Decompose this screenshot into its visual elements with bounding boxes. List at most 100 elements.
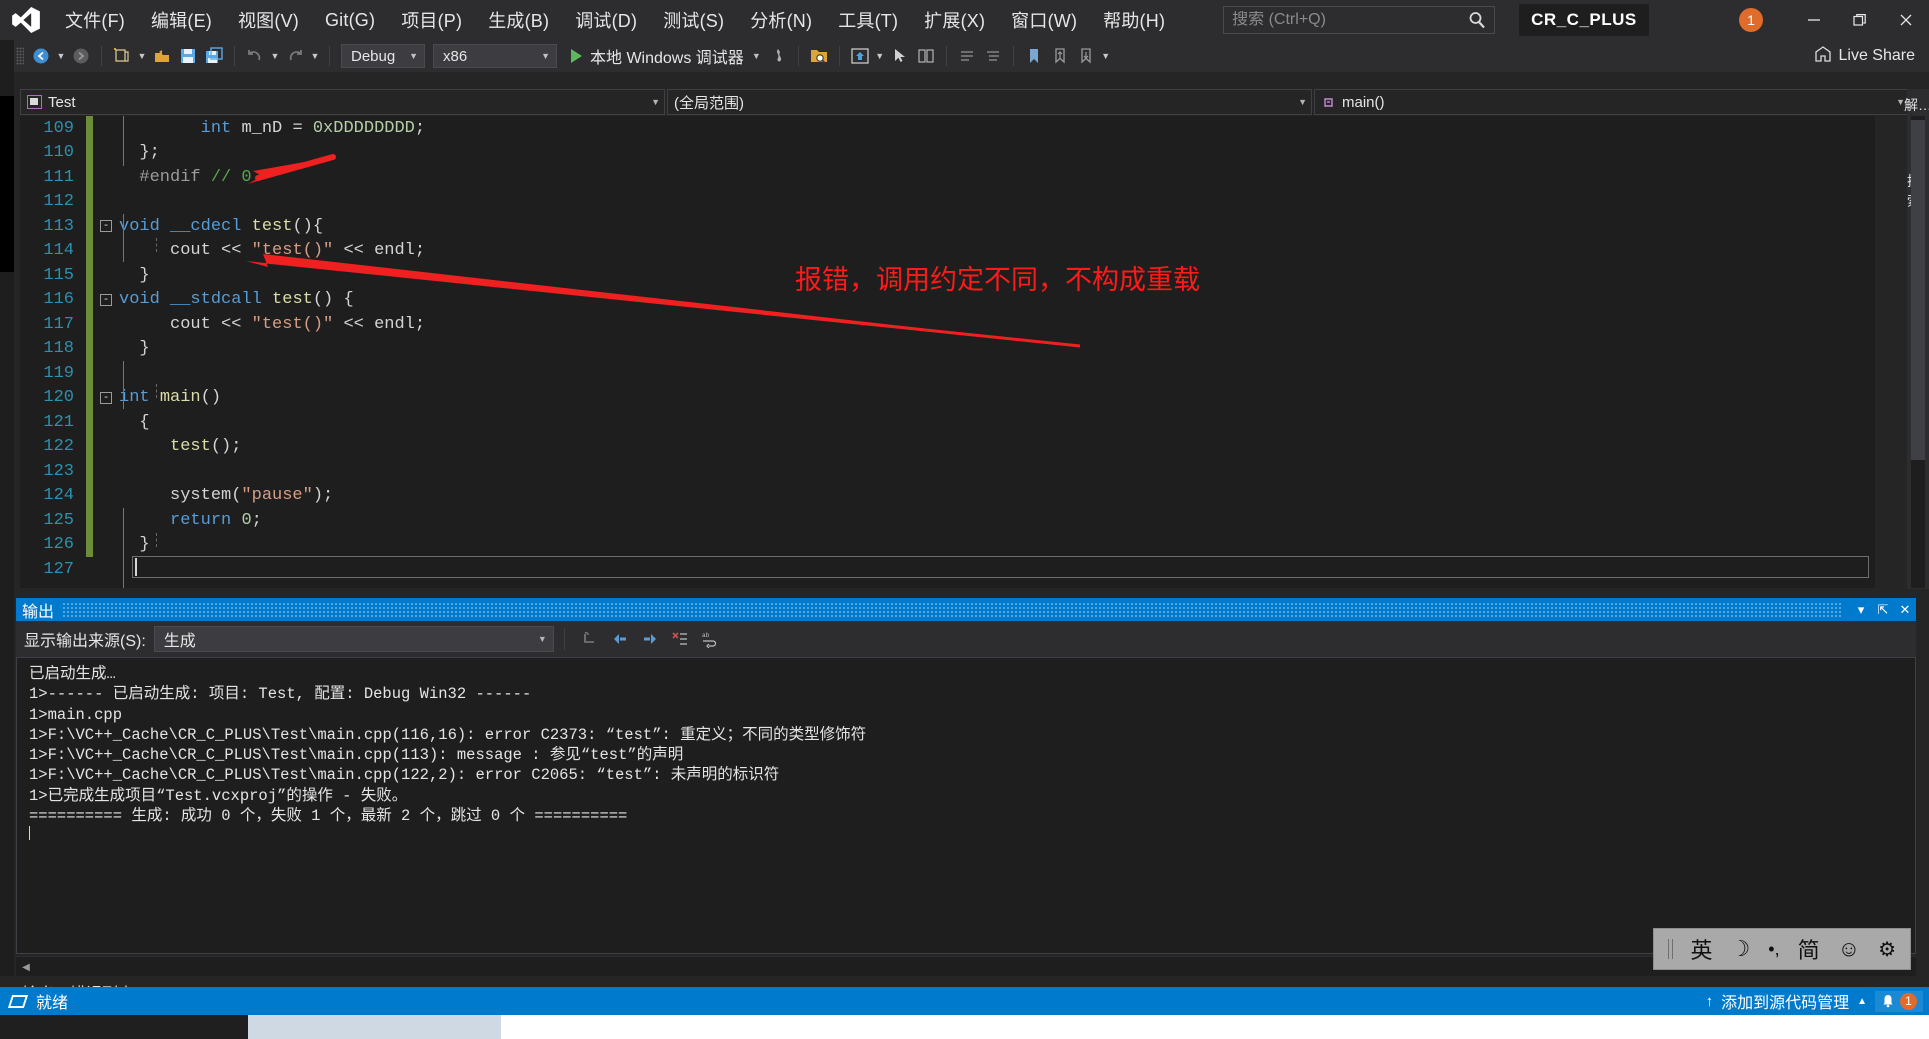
navbar-project-combo[interactable]: Test ▼	[20, 89, 665, 115]
navigate-backward-icon[interactable]	[28, 43, 54, 69]
panel-close-icon[interactable]: ✕	[1894, 598, 1916, 621]
ime-settings-icon[interactable]: ⚙	[1878, 937, 1896, 962]
new-project-dropdown-icon[interactable]: ▼	[135, 43, 149, 69]
menu-git[interactable]: Git(G)	[312, 0, 388, 40]
search-solution-icon[interactable]	[806, 43, 832, 69]
solution-platform-combo[interactable]: x86 ▼	[433, 44, 557, 68]
panel-drag-dots[interactable]	[62, 601, 1842, 618]
hot-reload-icon[interactable]	[765, 43, 791, 69]
undo-dropdown-icon[interactable]: ▼	[268, 43, 282, 69]
editor-scrollbar-thumb[interactable]	[1911, 120, 1925, 460]
code-line[interactable]: 122 test();	[20, 434, 1875, 459]
previous-message-icon[interactable]	[605, 625, 635, 653]
live-preview-icon[interactable]	[847, 43, 873, 69]
code-line[interactable]: 113 - void __cdecl test(){	[20, 214, 1875, 239]
output-text-area[interactable]: 已启动生成… 1>------ 已启动生成: 项目: Test, 配置: Debu…	[16, 657, 1916, 954]
navigate-backward-dropdown-icon[interactable]: ▼	[54, 43, 68, 69]
comment-lines-icon[interactable]	[954, 43, 980, 69]
navigate-forward-icon[interactable]	[68, 43, 94, 69]
menu-tools[interactable]: 工具(T)	[825, 0, 911, 40]
go-to-message-icon[interactable]	[575, 625, 605, 653]
output-source-combo[interactable]: 生成 ▼	[153, 626, 554, 652]
fold-toggle-icon[interactable]: -	[93, 391, 119, 404]
redo-dropdown-icon[interactable]: ▼	[308, 43, 322, 69]
live-preview-dropdown-icon[interactable]: ▼	[873, 43, 887, 69]
menu-help[interactable]: 帮助(H)	[1090, 0, 1178, 40]
code-editor[interactable]: 109 int m_nD = 0xDDDDDDDD; 110 }; 111 #end…	[20, 116, 1875, 588]
code-line[interactable]: 125 return 0;	[20, 508, 1875, 533]
next-bookmark-icon[interactable]	[1073, 43, 1099, 69]
menu-analyze[interactable]: 分析(N)	[737, 0, 825, 40]
menu-debug[interactable]: 调试(D)	[562, 0, 650, 40]
clear-output-icon[interactable]	[665, 625, 695, 653]
toggle-word-wrap-icon[interactable]: ab	[695, 625, 725, 653]
scroll-left-icon[interactable]: ◀	[18, 959, 34, 975]
select-element-icon[interactable]	[887, 43, 913, 69]
menu-view[interactable]: 视图(V)	[225, 0, 312, 40]
annotation-text: 报错，调用约定不同，不构成重载	[795, 265, 1200, 295]
menu-edit[interactable]: 编辑(E)	[138, 0, 225, 40]
ime-drag-grip[interactable]	[1667, 939, 1673, 959]
notifications-status-badge[interactable]: 1	[1875, 990, 1923, 1012]
search-input[interactable]	[1232, 11, 1469, 29]
output-line: 1>已完成生成项目“Test.vcxproj”的操作 - 失败。	[29, 786, 408, 805]
code-line[interactable]: 123	[20, 459, 1875, 484]
code-line[interactable]: 111 #endif // 0	[20, 165, 1875, 190]
fold-toggle-icon[interactable]: -	[93, 220, 119, 233]
chevron-down-icon[interactable]: ▲	[1857, 996, 1867, 1007]
close-button[interactable]	[1883, 0, 1929, 40]
menu-build[interactable]: 生成(B)	[475, 0, 562, 40]
redo-icon[interactable]	[282, 43, 308, 69]
code-line[interactable]: 119	[20, 361, 1875, 386]
code-line[interactable]: 109 int m_nD = 0xDDDDDDDD;	[20, 116, 1875, 141]
code-line[interactable]: 110 };	[20, 140, 1875, 165]
ime-punctuation-icon[interactable]: •,	[1768, 939, 1779, 960]
ime-language-bar[interactable]: 英 ☽ •, 简 ☺ ⚙	[1652, 928, 1911, 970]
ime-language-label[interactable]: 英	[1691, 933, 1713, 965]
toolbar-overflow-icon[interactable]: ▼	[1099, 43, 1113, 69]
code-line[interactable]: 121 {	[20, 410, 1875, 435]
fold-toggle-icon[interactable]: -	[93, 293, 119, 306]
code-line[interactable]: 117 cout << "test()" << endl;	[20, 312, 1875, 337]
next-message-icon[interactable]	[635, 625, 665, 653]
toggle-layout-icon[interactable]	[913, 43, 939, 69]
live-share-button[interactable]: Live Share	[1814, 40, 1915, 72]
new-project-icon[interactable]	[109, 43, 135, 69]
code-line[interactable]: 124 system("pause");	[20, 483, 1875, 508]
undo-icon[interactable]	[242, 43, 268, 69]
menu-file[interactable]: 文件(F)	[52, 0, 138, 40]
rail-solution-explorer-label[interactable]: 解…	[1904, 95, 1929, 115]
menu-window[interactable]: 窗口(W)	[998, 0, 1090, 40]
save-all-icon[interactable]	[201, 43, 227, 69]
navbar-scope-combo[interactable]: (全局范围) ▼	[667, 89, 1312, 115]
menu-project[interactable]: 项目(P)	[388, 0, 475, 40]
chevron-down-icon[interactable]: ▼	[752, 51, 761, 61]
notification-badge[interactable]: 1	[1739, 8, 1763, 32]
maximize-restore-button[interactable]	[1837, 0, 1883, 40]
code-line[interactable]: 112	[20, 189, 1875, 214]
start-debugging-button[interactable]: 本地 Windows 调试器 ▼	[567, 43, 765, 69]
solution-configuration-combo[interactable]: Debug ▼	[341, 44, 425, 68]
ime-shape-icon[interactable]: ☽	[1731, 936, 1751, 962]
navbar-member-combo[interactable]: main() ▼	[1314, 89, 1910, 115]
save-icon[interactable]	[175, 43, 201, 69]
panel-dropdown-icon[interactable]: ▾	[1850, 598, 1872, 621]
output-horizontal-scrollbar[interactable]: ◀	[16, 956, 1916, 976]
menu-test[interactable]: 测试(S)	[650, 0, 737, 40]
minimize-button[interactable]	[1791, 0, 1837, 40]
uncomment-lines-icon[interactable]	[980, 43, 1006, 69]
toolbar-grip[interactable]	[16, 47, 24, 65]
global-search-box[interactable]	[1223, 6, 1496, 34]
code-line[interactable]: 118 }	[20, 336, 1875, 361]
ime-simplified-label[interactable]: 简	[1798, 933, 1820, 965]
panel-pin-icon[interactable]: ⇱	[1872, 598, 1894, 621]
code-line[interactable]: 126 }	[20, 532, 1875, 557]
ime-emoji-icon[interactable]: ☺	[1838, 936, 1860, 962]
change-marker	[86, 557, 93, 582]
source-control-label[interactable]: 添加到源代码管理	[1721, 989, 1849, 1013]
bookmark-icon[interactable]	[1021, 43, 1047, 69]
menu-extensions[interactable]: 扩展(X)	[911, 0, 998, 40]
previous-bookmark-icon[interactable]	[1047, 43, 1073, 69]
code-line[interactable]: 120 - int main()	[20, 385, 1875, 410]
open-file-icon[interactable]	[149, 43, 175, 69]
